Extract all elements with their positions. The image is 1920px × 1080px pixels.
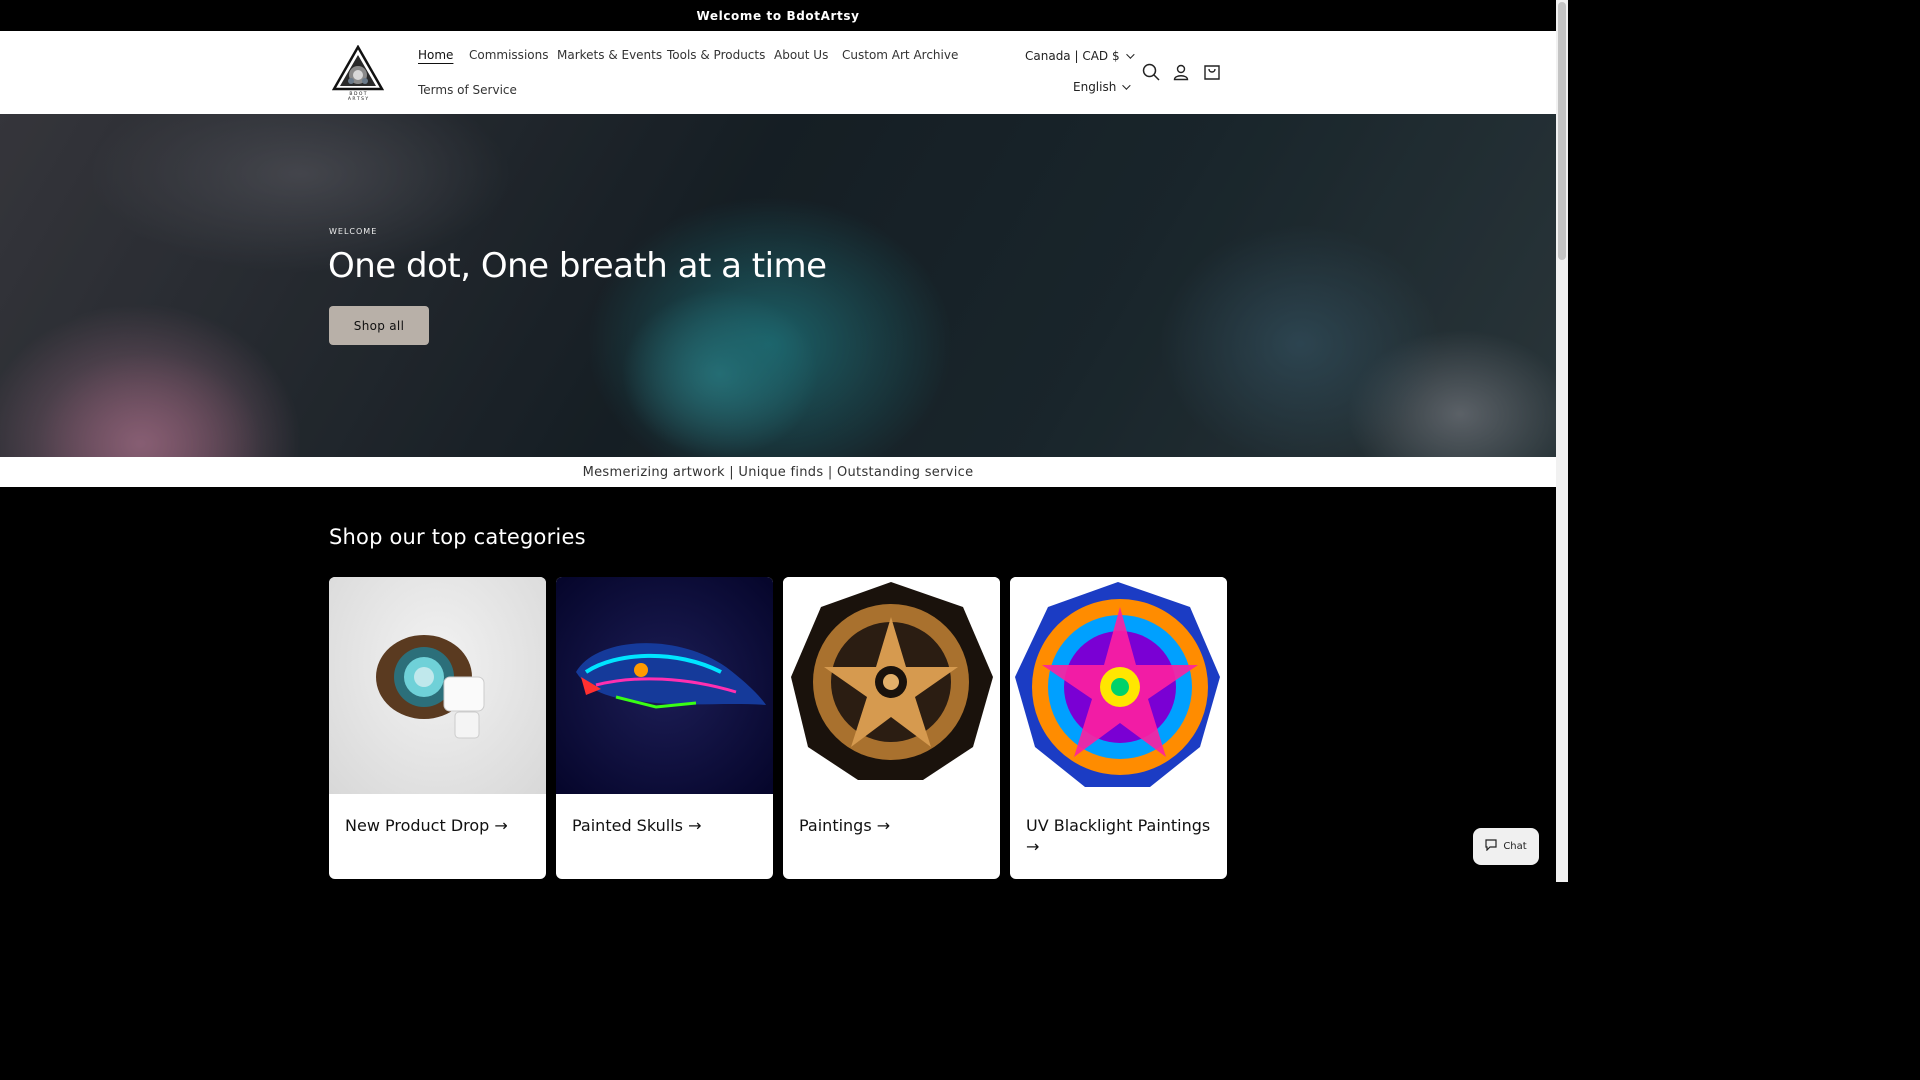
search-icon[interactable] — [1140, 61, 1162, 83]
chat-bubble-icon — [1485, 839, 1497, 854]
country-selector[interactable]: Canada | CAD $ — [1025, 49, 1135, 63]
country-label: Canada | CAD $ — [1025, 49, 1120, 63]
nav-tools-products[interactable]: Tools & Products — [667, 48, 765, 62]
categories-title: Shop our top categories — [329, 525, 586, 549]
category-image-uv-blacklight-paintings — [1010, 577, 1227, 794]
cart-icon[interactable] — [1201, 61, 1223, 83]
nav-commissions[interactable]: Commissions — [469, 48, 548, 62]
site-logo[interactable]: B D O T A R T S Y — [331, 44, 385, 102]
chat-label: Chat — [1503, 841, 1527, 852]
site-header: B D O T A R T S Y Home Commissions Marke… — [0, 31, 1556, 114]
hero-title: One dot, One breath at a time — [328, 246, 827, 286]
hero-banner: WELCOME One dot, One breath at a time Sh… — [0, 114, 1556, 457]
category-label: Paintings → — [799, 816, 891, 835]
hero-kicker: WELCOME — [329, 227, 378, 236]
chat-button[interactable]: Chat — [1473, 828, 1539, 865]
category-card-uv-blacklight-paintings[interactable]: UV Blacklight Paintings → — [1010, 577, 1227, 879]
nav-markets-events[interactable]: Markets & Events — [557, 48, 662, 62]
category-label: New Product Drop → — [345, 816, 508, 835]
page-scrollbar[interactable] — [1556, 0, 1568, 882]
account-icon[interactable] — [1170, 61, 1192, 83]
category-image-new-product-drop — [329, 577, 546, 794]
nav-about-us[interactable]: About Us — [774, 48, 828, 62]
category-card-paintings[interactable]: Paintings → — [783, 577, 1000, 879]
category-image-painted-skulls — [556, 577, 773, 794]
nav-terms-of-service[interactable]: Terms of Service — [418, 83, 517, 97]
shop-all-button[interactable]: Shop all — [329, 306, 429, 345]
announcement-bar: Welcome to BdotArtsy — [0, 0, 1556, 31]
announcement-text: Welcome to BdotArtsy — [696, 8, 860, 23]
language-label: English — [1073, 80, 1117, 94]
logo-text-line-2: A R T S Y — [348, 96, 369, 101]
category-card-painted-skulls[interactable]: Painted Skulls → — [556, 577, 773, 879]
nav-custom-art-archive[interactable]: Custom Art Archive — [842, 48, 958, 62]
tagline-bar: Mesmerizing artwork | Unique finds | Out… — [0, 457, 1556, 487]
category-card-new-product-drop[interactable]: New Product Drop → — [329, 577, 546, 879]
language-selector[interactable]: English — [1073, 80, 1132, 94]
category-label: UV Blacklight Paintings → — [1026, 816, 1211, 856]
category-image-paintings — [783, 577, 1000, 794]
category-label: Painted Skulls → — [572, 816, 702, 835]
chevron-down-icon — [1122, 81, 1132, 90]
nav-home[interactable]: Home — [418, 48, 453, 62]
tagline-text: Mesmerizing artwork | Unique finds | Out… — [582, 464, 974, 480]
scrollbar-thumb[interactable] — [1558, 2, 1566, 260]
chevron-down-icon — [1125, 50, 1135, 59]
